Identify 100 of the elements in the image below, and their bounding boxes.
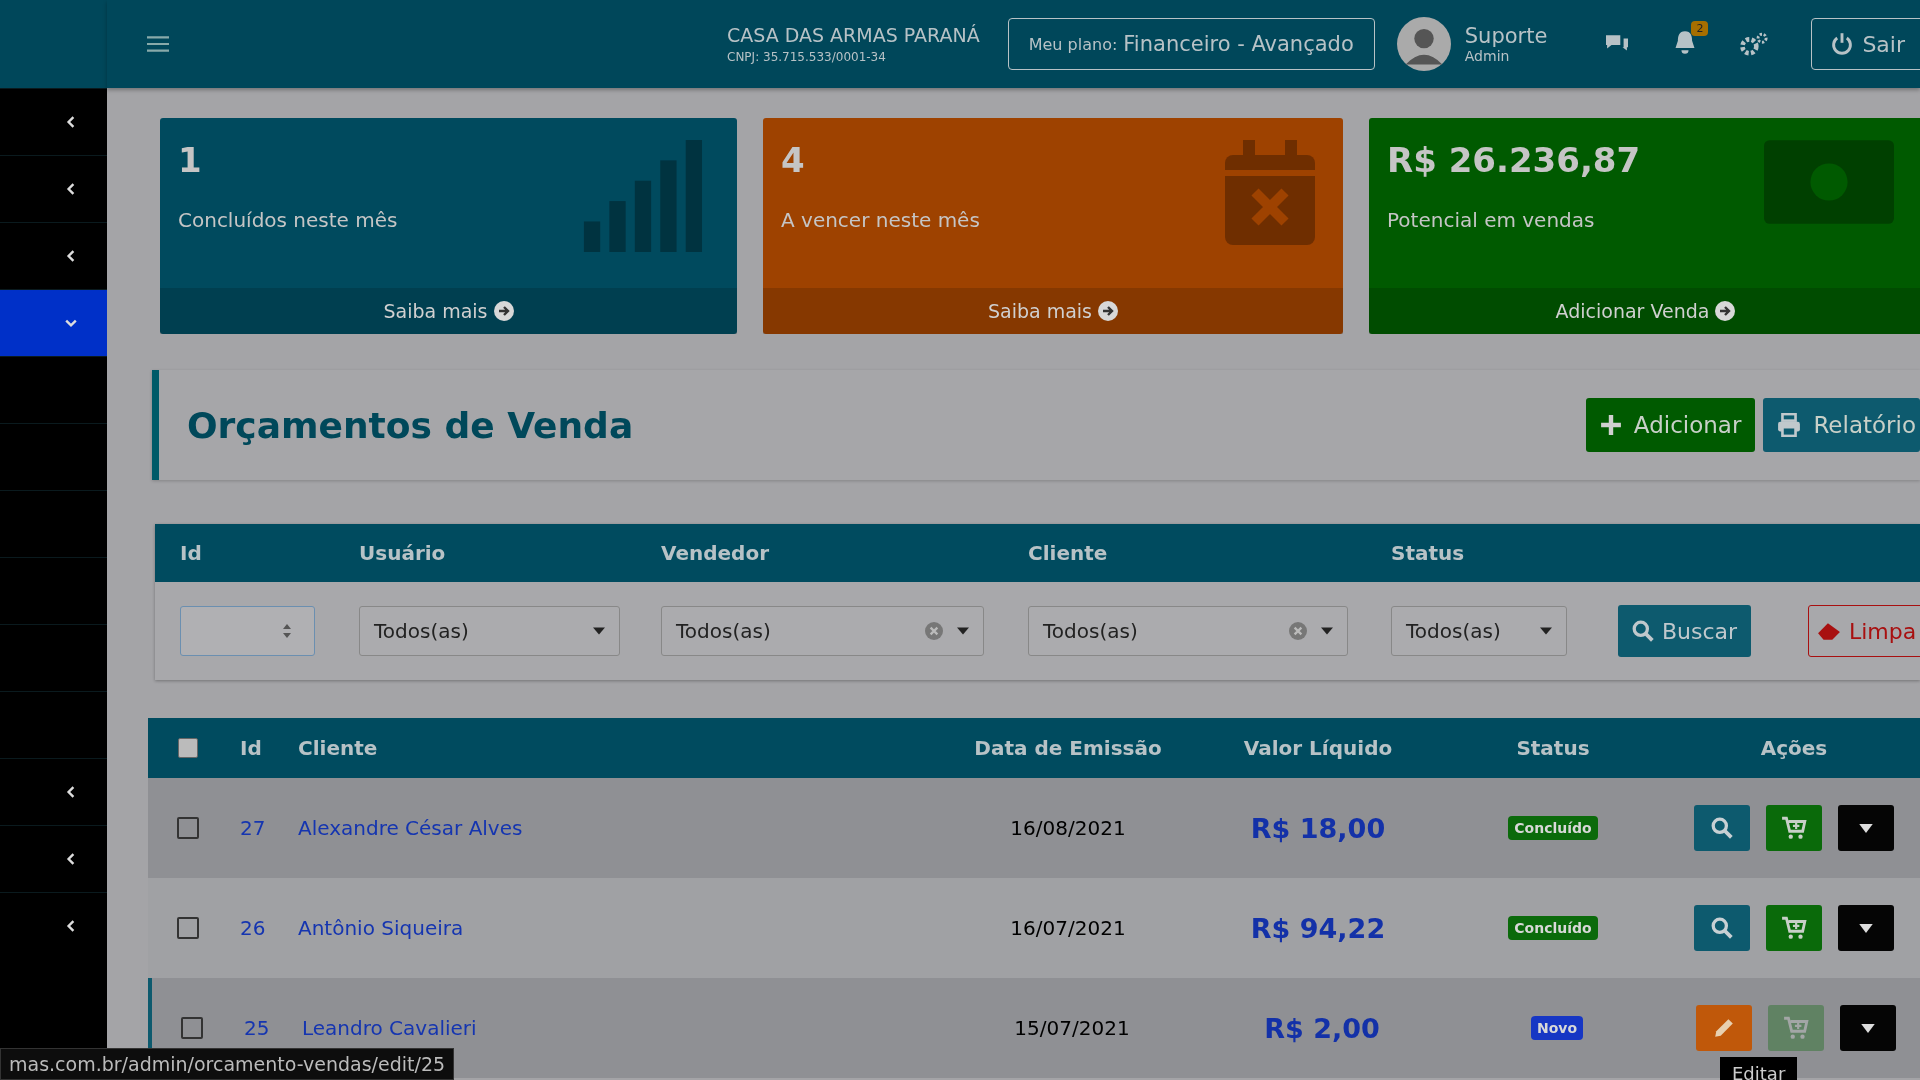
menu-button[interactable] [1840,1005,1896,1051]
select-field[interactable]: Todos(as) [1391,606,1567,656]
value-cell-text: R$ 2,00 [1263,1012,1381,1044]
status-badge: Concluído [1508,916,1598,940]
select-field[interactable]: Todos(as) [359,606,620,656]
clear-icon[interactable] [1289,622,1307,640]
filter-label: Cliente [1028,541,1108,565]
avatar-icon[interactable] [1396,17,1451,71]
status-url: mas.com.br/admin/orcamento-vendas/edit/25 [0,1048,455,1080]
filter-label: Status [1391,541,1465,565]
filter-label: Id [180,541,202,565]
caret-icon [1859,823,1873,833]
search-icon [1632,620,1654,642]
menu-icon[interactable] [147,35,169,53]
plus-icon [1599,414,1622,436]
stat-label: Potencial em vendas [1387,208,1596,232]
clear-button[interactable]: Limpa [1808,605,1920,657]
select-all-checkbox[interactable] [178,738,198,758]
menu-button[interactable] [1838,905,1894,951]
row-checkbox[interactable] [177,817,199,839]
date-cell-text: 16/07/2021 [1009,916,1127,940]
cart-icon [1781,916,1807,940]
arrow-circle-icon [1098,301,1119,321]
chevron-icon [65,920,77,932]
eraser-icon [1817,621,1841,641]
chevron-icon [65,116,77,128]
company-cnpj: CNPJ: 35.715.533/0001-34 [727,50,887,64]
column-header: Id [239,736,263,760]
power-icon [1830,32,1855,56]
page-title: Orçamentos de Venda [187,404,634,446]
select-field[interactable]: Todos(as) [1028,606,1348,656]
cart-icon [1781,816,1807,840]
add-button[interactable]: Adicionar [1585,398,1756,452]
id-field[interactable] [180,606,315,656]
caret-icon [593,627,605,635]
client-link[interactable]: Alexandre César Alves [298,816,523,840]
cart-icon [1783,1016,1809,1040]
chevron-icon [65,317,77,329]
id-link[interactable]: 25 [232,1016,302,1040]
column-header: Valor Líquido [1242,736,1394,760]
value-cell-text: R$ 18,00 [1249,812,1387,844]
chevron-icon [65,786,77,798]
id-link[interactable]: 26 [228,916,298,940]
column-header: Cliente [298,736,379,760]
card-link[interactable]: Saiba mais [160,288,737,334]
search-button[interactable]: Buscar [1618,605,1752,657]
arrow-circle-icon [1715,301,1736,321]
caret-icon [1321,627,1333,635]
chevron-icon [65,250,77,262]
status-badge: Concluído [1508,816,1598,840]
user-role: Admin [1464,48,1511,64]
company-name: CASA DAS ARMAS PARANÁ [727,24,980,46]
settings-icon[interactable] [1739,31,1770,57]
card-link[interactable]: Adicionar Venda [1369,288,1920,334]
client-link[interactable]: Antônio Siqueira [298,916,464,940]
status-badge: Novo [1530,1016,1584,1040]
user-name: Suporte [1464,24,1548,48]
menu-button[interactable] [1838,805,1894,851]
view-button[interactable] [1694,805,1750,851]
row-checkbox[interactable] [177,917,199,939]
report-button[interactable]: Relatório [1763,398,1920,452]
chevron-icon [65,853,77,865]
clear-icon[interactable] [925,622,943,640]
select-field[interactable]: Todos(as) [661,606,984,656]
chevron-icon [65,183,77,195]
card-link[interactable]: Saiba mais [763,288,1343,334]
value-cell-text: R$ 94,22 [1249,912,1387,944]
notification-badge: 2 [1691,21,1709,36]
tooltip: Editar [1720,1057,1798,1080]
edit-button[interactable] [1696,1005,1752,1051]
plan-button[interactable]: Meu plano: Financeiro - Avançado [1007,18,1375,70]
stat-value: 1 [178,140,203,180]
pencil-icon [1713,1017,1735,1039]
id-link[interactable]: 27 [228,816,298,840]
date-cell-text: 16/08/2021 [1009,816,1127,840]
stat-label: Concluídos neste mês [178,208,398,232]
spinner-icon[interactable] [282,623,292,639]
column-header: Status [1515,736,1591,760]
money-bill-icon [1764,140,1894,224]
printer-icon [1777,413,1802,437]
search-icon [1711,917,1733,939]
caret-icon [1859,923,1873,933]
stat-label: A vencer neste mês [781,208,980,232]
client-link[interactable]: Leandro Cavalieri [302,1016,477,1040]
caret-icon [1861,1023,1875,1033]
date-cell-text: 15/07/2021 [1013,1016,1131,1040]
logout-button[interactable]: Sair [1811,18,1920,70]
stat-value: R$ 26.236,87 [1387,140,1641,180]
filter-label: Vendedor [661,541,769,565]
calendar-x-icon [1225,140,1315,245]
cart-button[interactable] [1766,905,1822,951]
column-header: Ações [1759,736,1829,760]
row-checkbox[interactable] [181,1017,203,1039]
filter-label: Usuário [359,541,446,565]
view-button[interactable] [1694,905,1750,951]
search-icon [1711,817,1733,839]
column-header: Data de Emissão [973,736,1163,760]
stat-value: 4 [781,140,806,180]
cart-button[interactable] [1766,805,1822,851]
caret-icon [1540,627,1552,635]
